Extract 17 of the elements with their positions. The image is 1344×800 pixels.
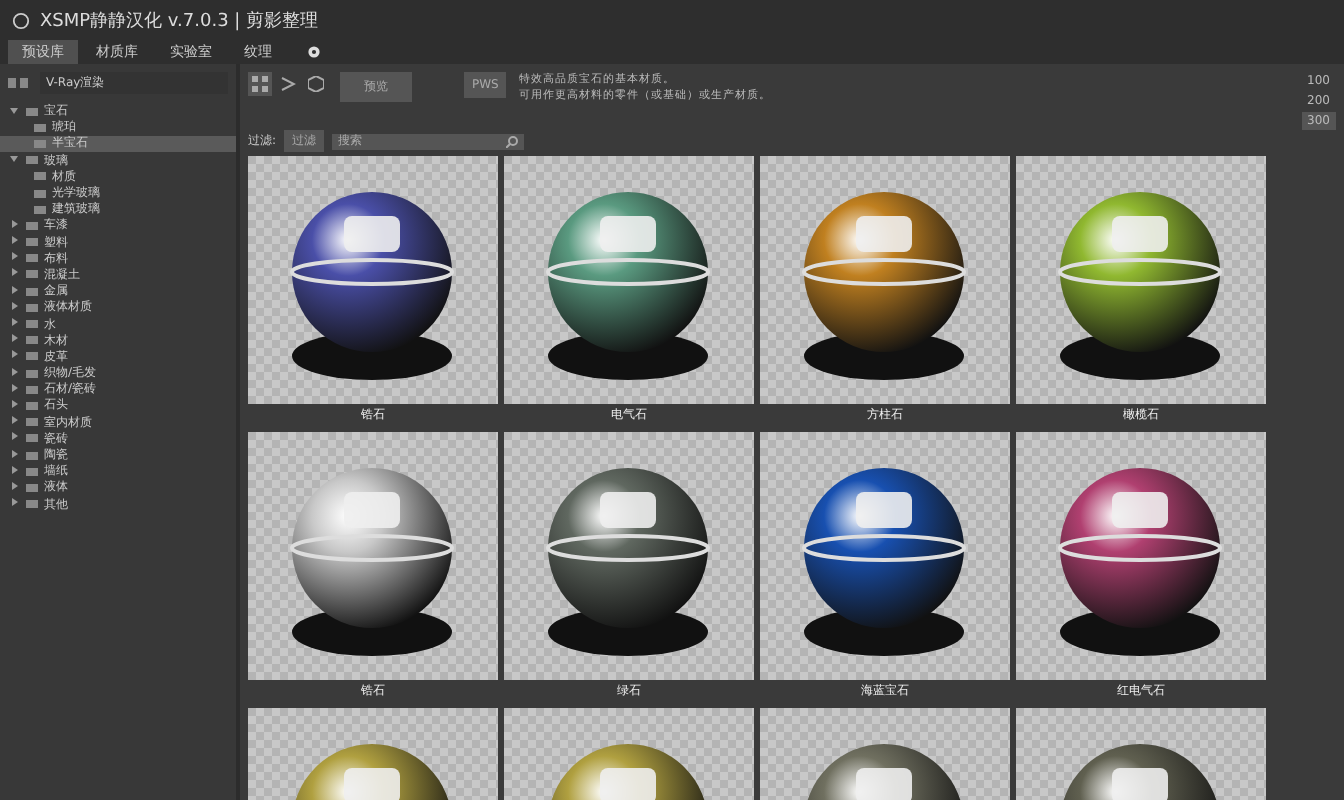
search-icon: [506, 135, 519, 147]
material-preview[interactable]: [504, 156, 754, 404]
material-preview[interactable]: [248, 156, 498, 404]
material-preview[interactable]: [760, 156, 1010, 404]
caret-icon: [10, 105, 18, 114]
material-preview[interactable]: [248, 432, 498, 680]
list-icon[interactable]: [8, 78, 32, 88]
window-title: XSMP静静汉化 v.7.0.3 | 剪影整理: [40, 9, 319, 33]
material-preview[interactable]: [1016, 156, 1266, 404]
cube-icon[interactable]: [304, 72, 328, 96]
caret-icon: [10, 154, 18, 163]
app-logo-icon: [12, 11, 30, 29]
grid-view-icon[interactable]: [248, 72, 272, 96]
material-preview[interactable]: [504, 432, 754, 680]
material-preview[interactable]: [760, 432, 1010, 680]
material-preview[interactable]: [1016, 432, 1266, 680]
share-icon[interactable]: [276, 72, 300, 96]
